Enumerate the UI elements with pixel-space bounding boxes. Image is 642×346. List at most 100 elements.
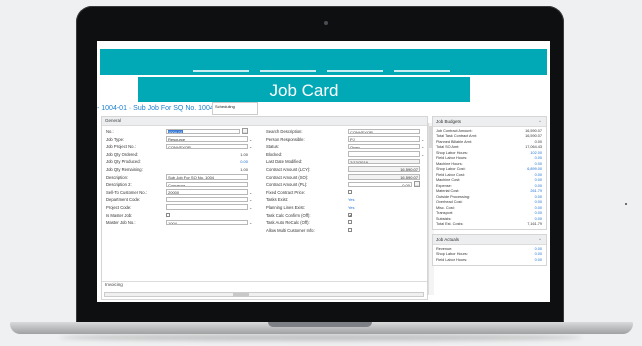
nav-tab-4[interactable] [394,70,450,72]
chevron-down-icon[interactable]: ⌄ [421,144,424,149]
factbox-value[interactable]: 0.00 [535,162,542,166]
field-select[interactable]: 20000 [166,189,248,195]
field-label: Sell-To Customer No.: [106,189,147,195]
field-input[interactable]: 1004-01 [166,128,240,134]
field-number[interactable]: 0.00 [166,159,248,164]
field-checkbox[interactable] [166,212,170,217]
field-row: Planning Lines Exist: Yes [266,204,426,212]
field-value: 1004-01 [168,129,183,134]
factbox-value[interactable]: 0.00 [535,247,542,251]
field-label: Description 2: [106,182,132,188]
factbox-value[interactable]: 0.00 [535,195,542,199]
factbox-value[interactable]: 0.00 [535,211,542,215]
job-actuals-header[interactable]: Job Actuals ^ [433,235,546,245]
job-actuals-rows: Revenue: 0.00 Shop Labor Hours: 0.00 Field L… [433,245,546,265]
field-label: Job Project No.: [106,144,136,150]
factbox-value[interactable]: 0.00 [535,173,542,177]
field-select[interactable]: CONVEYOR [166,143,248,150]
factbox-value[interactable]: 0.00 [535,156,542,160]
factbox-value[interactable]: 102.00 [530,151,542,155]
horizontal-scroll-thumb[interactable] [233,293,249,297]
investing-section-header[interactable]: Invoicing [102,281,427,287]
chevron-down-icon[interactable]: ⌄ [249,137,252,142]
webcam [324,21,328,25]
field-select[interactable]: Resource [166,136,248,142]
chevron-down-icon[interactable]: ⌄ [249,205,252,210]
factbox-label: Subsists: [436,216,452,221]
field-checkbox[interactable]: ✔ [348,212,352,217]
top-nav-bar [100,49,547,75]
field-link[interactable]: Yes [348,205,355,210]
factbox-value[interactable]: 0.00 [535,258,542,262]
field-input[interactable]: Sub Job For SQ No. 1004 [166,174,248,180]
factbox-value[interactable]: 0.00 [535,206,542,210]
factbox-value[interactable]: 0.00 [535,184,542,188]
field-select[interactable]: Open [348,143,420,150]
factbox-value: 17,064.43 [525,145,542,149]
factbox-value[interactable]: 6,899.00 [527,167,542,171]
factbox-label: Planned Billable Amt: [436,139,472,144]
field-input[interactable]: CONVEYOR [348,128,420,134]
field-checkbox[interactable] [348,220,352,225]
field-checkbox[interactable] [348,227,352,232]
horizontal-scrollbar[interactable] [104,292,424,297]
field-label: Blocked: [266,151,283,157]
chevron-down-icon[interactable]: ⌄ [249,144,252,149]
field-select[interactable] [166,196,248,203]
field-value: CONVEYOR [168,144,191,150]
field-row: Blocked: ⌄ [266,151,426,159]
nav-tab-2[interactable] [260,70,316,72]
field-input: 16,590.07 [348,174,420,180]
chevron-down-icon[interactable]: ⌄ [249,190,252,195]
field-label: Contract Amount (SO): [266,174,309,180]
field-label: Search Description: [266,129,303,134]
factbox-value[interactable]: 0.00 [535,178,542,182]
job-budgets-header[interactable]: Job Budgets ^ [433,117,546,127]
factbox-label: Job Contract Amount: [436,128,473,133]
factbox-label: Field Labor Hours: [436,156,468,160]
chevron-down-icon[interactable]: ⌄ [249,197,252,202]
lookup-button[interactable]: ... [414,181,420,188]
lookup-button[interactable]: ... [242,128,248,134]
field-row: Last Date Modified: 2/13/2019 [266,158,426,166]
factbox-label: Field Labor Cost: [436,172,465,177]
job-actuals-title: Job Actuals [436,237,460,242]
field-number: 1.00 [240,166,248,172]
field-link[interactable]: Yes [348,197,355,202]
factbox-value: 16,590.07 [525,128,542,133]
factbox-label: Expense: [436,183,452,188]
chevron-down-icon[interactable]: ⌄ [421,152,424,157]
field-row: Job Type: ⌄ Resource [106,136,256,144]
field-value: 16,590.07 [400,175,418,180]
field-input[interactable]: 0.00 [348,181,412,188]
nav-tab-3[interactable] [327,70,383,72]
field-label: Job Qty Remaining: [106,166,143,172]
field-row: Job Qty Remaining: 1.00 [106,166,256,174]
field-checkbox[interactable] [348,189,352,194]
chevron-down-icon[interactable]: ⌄ [249,220,252,225]
field-input[interactable]: Conveyor [166,181,248,188]
field-label: Contract Amount (LCY): [266,166,311,172]
factbox-label: Material Cost: [436,189,460,193]
general-left-column: No.:... 1004-01 Job Type: ⌄ Resource Job Proj… [106,128,256,227]
field-select[interactable] [348,151,420,157]
field-select[interactable]: 1004 [166,219,248,226]
field-row: Allow Multi Customer Info: [266,227,426,235]
factbox-value[interactable]: 261.79 [530,189,542,193]
laptop-shadow [60,334,582,341]
factbox-value[interactable]: 0.00 [535,200,542,204]
factbox-label: Shop Labor Cost: [436,167,466,171]
nav-tab-1[interactable] [193,70,249,72]
field-select[interactable] [166,204,248,210]
collapse-icon[interactable]: ^ [539,117,541,126]
factbox-value: 16,590.07 [525,134,542,138]
factbox-value[interactable]: 0.00 [535,252,542,256]
general-section-header[interactable]: General [102,117,427,126]
job-budgets-factbox: Job Budgets ^ Job Contract Amount: 16,590… [432,116,547,230]
field-select[interactable]: PJ [348,136,420,142]
field-row: Task Calc Confirm (Off): ✔ [266,212,426,220]
factbox-row: Total Est. Costs: 7,161.79 [433,222,546,228]
collapse-icon[interactable]: ^ [539,235,541,244]
chevron-down-icon[interactable]: ⌄ [421,137,424,142]
factbox-value[interactable]: 0.00 [535,217,542,221]
